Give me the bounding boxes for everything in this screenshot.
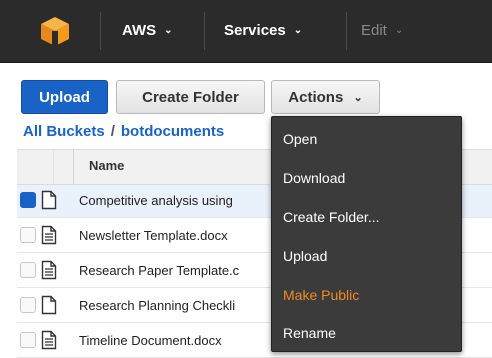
row-checkbox[interactable] — [20, 297, 36, 313]
menu-item-open[interactable]: Open — [272, 120, 461, 159]
file-name[interactable]: Timeline Document.docx — [79, 333, 222, 348]
column-divider — [73, 150, 74, 184]
file-name[interactable]: Newsletter Template.docx — [79, 228, 228, 243]
nav-services-menu[interactable]: Services ⌄ — [224, 18, 302, 44]
row-checkbox[interactable] — [20, 227, 36, 243]
chevron-down-icon: ⌄ — [353, 92, 363, 105]
actions-dropdown-menu: Open Download Create Folder... Upload Ma… — [271, 116, 462, 352]
column-divider — [53, 150, 54, 184]
nav-separator — [100, 12, 101, 50]
row-checkbox[interactable] — [20, 192, 36, 208]
upload-button[interactable]: Upload — [21, 80, 108, 114]
nav-services-label: Services — [224, 22, 286, 39]
menu-item-upload[interactable]: Upload — [272, 237, 461, 276]
blank-document-icon — [41, 295, 57, 315]
nav-aws-label: AWS — [122, 22, 157, 39]
blank-document-icon — [41, 190, 57, 210]
menu-item-rename[interactable]: Rename — [272, 314, 461, 353]
breadcrumb-separator: / — [110, 123, 115, 140]
breadcrumb: All Buckets / botdocuments — [23, 123, 224, 140]
chevron-down-icon: ⌄ — [394, 25, 404, 37]
nav-separator — [346, 12, 347, 50]
actions-label: Actions — [288, 89, 344, 106]
top-navigation-bar: AWS ⌄ Services ⌄ Edit ⌄ — [0, 0, 492, 63]
nav-edit-label: Edit — [361, 22, 387, 39]
file-name[interactable]: Research Planning Checkli — [79, 298, 235, 313]
menu-item-create-folder[interactable]: Create Folder... — [272, 198, 461, 237]
text-document-icon — [41, 260, 57, 280]
text-document-icon — [41, 225, 57, 245]
menu-item-download[interactable]: Download — [272, 159, 461, 198]
chevron-down-icon: ⌄ — [164, 25, 173, 37]
column-header-name[interactable]: Name — [89, 158, 124, 173]
nav-edit-menu[interactable]: Edit ⌄ — [361, 18, 403, 44]
nav-separator — [204, 12, 205, 50]
row-checkbox[interactable] — [20, 332, 36, 348]
menu-item-make-public[interactable]: Make Public — [272, 276, 461, 315]
file-name[interactable]: Competitive analysis using — [79, 193, 233, 208]
text-document-icon — [41, 330, 57, 350]
chevron-down-icon: ⌄ — [293, 25, 303, 37]
breadcrumb-all-buckets-link[interactable]: All Buckets — [23, 123, 105, 140]
nav-aws-menu[interactable]: AWS ⌄ — [122, 18, 173, 44]
actions-button[interactable]: Actions ⌄ — [271, 80, 380, 114]
aws-cube-logo-icon[interactable] — [38, 14, 72, 48]
breadcrumb-current-bucket[interactable]: botdocuments — [121, 123, 224, 140]
create-folder-button[interactable]: Create Folder — [116, 80, 265, 114]
file-name[interactable]: Research Paper Template.c — [79, 263, 239, 278]
row-checkbox[interactable] — [20, 262, 36, 278]
